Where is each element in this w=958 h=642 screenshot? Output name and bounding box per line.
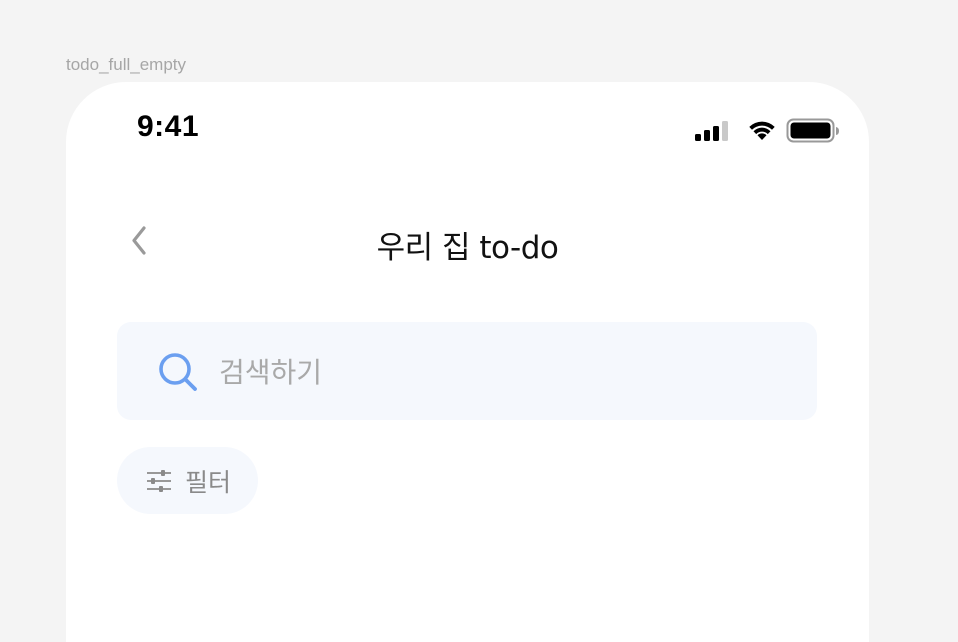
status-time: 9:41 [137,110,200,143]
filter-label: 필터 [185,468,232,497]
search-input[interactable] [217,344,781,400]
wifi-icon [749,121,775,140]
filter-button[interactable]: 필터 [117,447,258,514]
battery-icon [786,118,839,143]
cellular-signal-icon [695,121,728,141]
search-icon [159,353,197,391]
sliders-icon [147,470,171,492]
phone-screen: 9:41 우리 집 to-do 검색하기 필터 [66,82,869,642]
frame-label: todo_full_empty [66,55,187,74]
page-title: 우리 집 to-do [376,230,559,266]
search-box[interactable] [117,322,817,420]
